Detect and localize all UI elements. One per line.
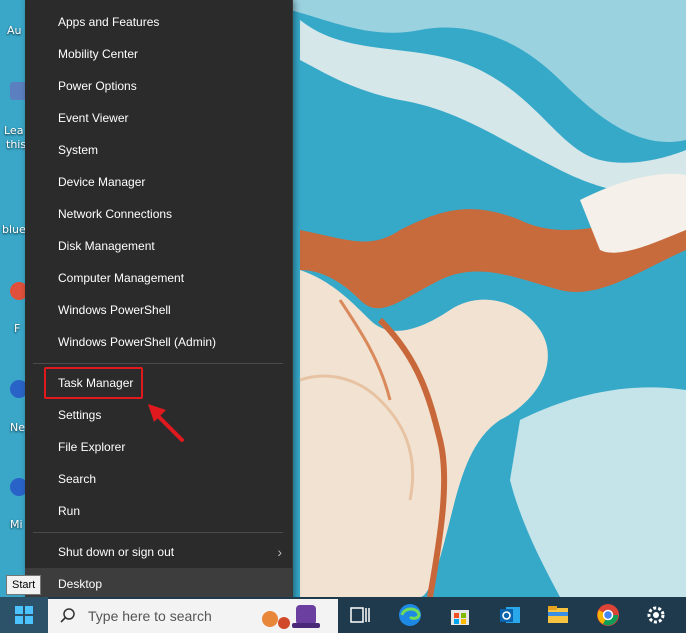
menu-separator [33,363,283,364]
menu-item-system[interactable]: System [25,134,292,166]
desktop-shortcut-icon[interactable] [0,478,28,496]
desktop-icon-label[interactable]: Mi [10,518,23,531]
taskbar-search-box[interactable]: Type here to search [48,599,338,633]
menu-item-search[interactable]: Search [25,463,292,495]
search-placeholder: Type here to search [88,608,212,624]
menu-item-shut-down-or-sign-out[interactable]: Shut down or sign out › [25,536,292,568]
desktop-icon-label[interactable]: F [14,322,20,335]
menu-item-computer-management[interactable]: Computer Management [25,262,292,294]
menu-item-event-viewer[interactable]: Event Viewer [25,102,292,134]
menu-item-windows-powershell[interactable]: Windows PowerShell [25,294,292,326]
menu-item-run[interactable]: Run [25,495,292,527]
task-view-icon[interactable] [346,601,374,629]
menu-item-desktop[interactable]: Desktop [25,568,292,600]
desktop-shortcut-icon[interactable] [0,282,28,300]
windows-logo-icon [15,606,33,624]
menu-item-power-options[interactable]: Power Options [25,70,292,102]
desktop-icon-label[interactable]: this [6,138,26,151]
search-icon [60,608,75,623]
settings-icon[interactable] [642,601,670,629]
chevron-right-icon: › [277,544,282,560]
search-highlight-doodle-icon [262,605,320,629]
file-explorer-icon[interactable] [544,601,572,629]
taskbar: Type here to search [0,597,686,633]
start-button[interactable] [0,597,48,633]
desktop-icon-label[interactable]: Au [7,24,22,37]
chrome-icon[interactable] [594,601,622,629]
start-tooltip: Start [6,575,42,595]
desktop-icon-label[interactable]: Lea [4,124,23,137]
annotation-arrow-icon [148,404,184,442]
outlook-icon[interactable] [496,601,524,629]
quick-link-menu: Apps and Features Mobility Center Power … [25,0,293,608]
annotation-highlight-box [44,367,143,399]
desktop-shortcut-icon[interactable] [0,380,28,398]
menu-item-mobility-center[interactable]: Mobility Center [25,38,292,70]
menu-item-disk-management[interactable]: Disk Management [25,230,292,262]
menu-item-apps-and-features[interactable]: Apps and Features [25,6,292,38]
menu-item-network-connections[interactable]: Network Connections [25,198,292,230]
desktop-shortcut-icon[interactable] [0,82,28,100]
desktop-icon-label[interactable]: Ne [10,421,25,434]
store-icon[interactable] [446,601,474,629]
desktop-icon-label[interactable]: blue [2,223,26,236]
menu-separator [33,532,283,533]
menu-item-device-manager[interactable]: Device Manager [25,166,292,198]
edge-icon[interactable] [396,601,424,629]
menu-item-windows-powershell-admin[interactable]: Windows PowerShell (Admin) [25,326,292,358]
